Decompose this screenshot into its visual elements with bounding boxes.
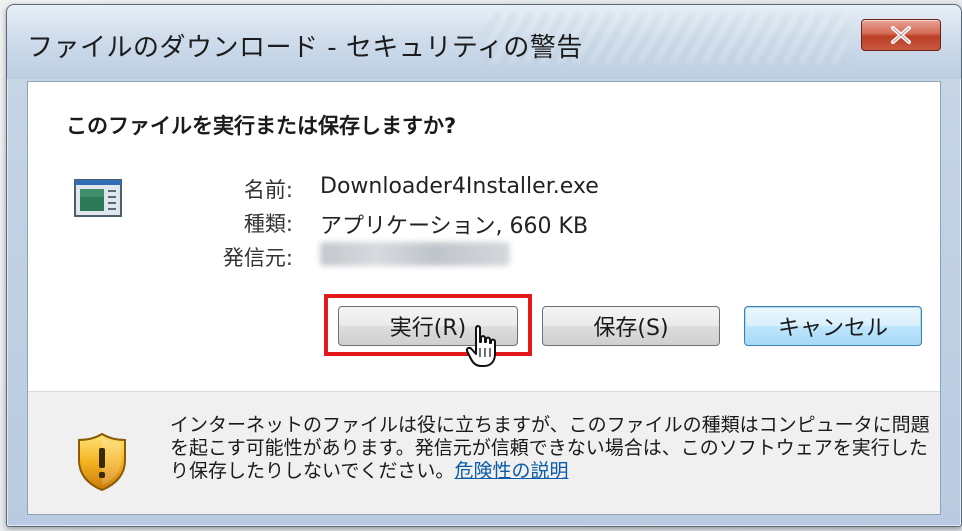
name-label: 名前: bbox=[243, 178, 293, 202]
run-button[interactable]: 実行(R) bbox=[338, 306, 518, 346]
prompt-question: このファイルを実行または保存しますか? bbox=[66, 114, 457, 138]
from-value-redacted bbox=[320, 242, 510, 266]
security-warning-message: インターネットのファイルは役に立ちますが、このファイルの種類はコンピュータに問題… bbox=[170, 414, 930, 483]
warning-footer: インターネットのファイルは役に立ちますが、このファイルの種類はコンピュータに問題… bbox=[28, 392, 940, 514]
security-shield-icon bbox=[76, 432, 128, 492]
from-label: 発信元: bbox=[222, 246, 293, 270]
title-bar[interactable]: ファイルのダウンロード - セキュリティの警告 bbox=[7, 5, 961, 79]
cancel-button[interactable]: キャンセル bbox=[744, 306, 922, 346]
download-security-warning-dialog: ファイルのダウンロード - セキュリティの警告 このファイルを実行または保存しま… bbox=[6, 4, 962, 527]
save-button[interactable]: 保存(S) bbox=[542, 306, 720, 346]
file-name-value: Downloader4Installer.exe bbox=[320, 174, 599, 199]
file-type-value: アプリケーション, 660 KB bbox=[320, 214, 589, 239]
close-icon bbox=[889, 25, 913, 45]
dialog-content: このファイルを実行または保存しますか? 名前: Downloader4Insta… bbox=[27, 81, 941, 515]
application-file-icon bbox=[72, 174, 128, 222]
risk-explanation-link[interactable]: 危険性の説明 bbox=[454, 460, 568, 482]
window-title: ファイルのダウンロード - セキュリティの警告 bbox=[27, 33, 583, 63]
close-button[interactable] bbox=[861, 19, 941, 51]
type-label: 種類: bbox=[243, 212, 293, 236]
